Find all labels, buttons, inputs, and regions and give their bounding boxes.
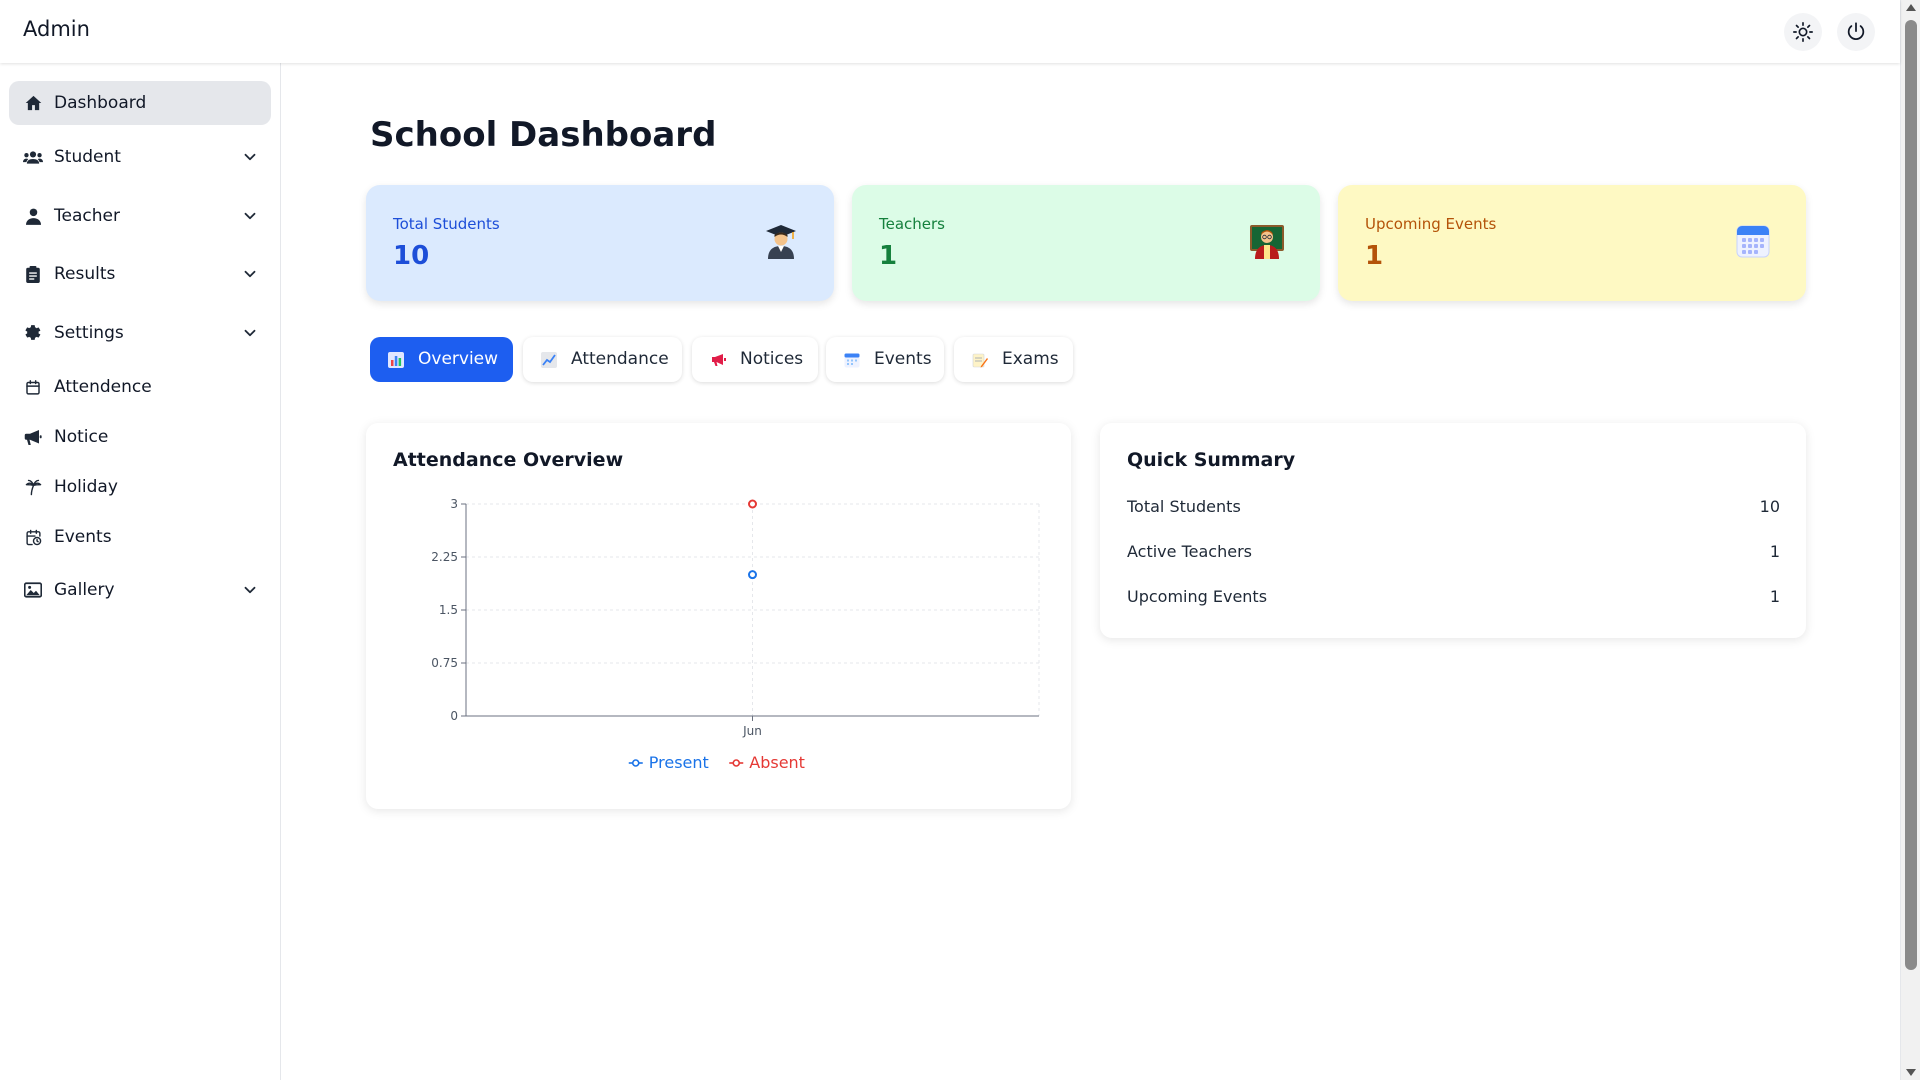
legend-marker	[732, 759, 741, 767]
y-tick-label: 0.75	[431, 656, 458, 670]
stat-card-teachers: Teachers 1	[852, 185, 1320, 301]
sidebar-item-teacher[interactable]: Teacher	[9, 194, 271, 238]
scrollbar-thumb[interactable]	[1905, 20, 1917, 970]
stat-value: 1	[879, 241, 898, 271]
megaphone-icon	[712, 354, 726, 366]
tab-label: Events	[874, 349, 932, 369]
line-chart-icon	[541, 352, 557, 368]
tab-events[interactable]: Events	[826, 337, 944, 382]
page-title: School Dashboard	[370, 115, 717, 155]
attendance-overview-card: Attendance Overview 0 0.75 1.5 2.25 3 Jun Pres…	[366, 423, 1071, 809]
chevron-down-icon	[244, 153, 256, 161]
palm-tree-icon	[23, 477, 43, 497]
summary-label: Upcoming Events	[1127, 587, 1268, 606]
tab-notices[interactable]: Notices	[692, 337, 818, 382]
y-tick-label: 0	[450, 709, 458, 723]
quick-summary-card: Quick Summary Total Students 10 Active T…	[1100, 423, 1806, 638]
sidebar-item-label: Dashboard	[54, 93, 147, 113]
sidebar-item-label: Teacher	[54, 206, 120, 226]
sidebar-item-label: Results	[54, 264, 116, 284]
image-icon	[23, 580, 43, 600]
home-icon	[23, 93, 43, 113]
brand-title: Admin	[23, 17, 90, 41]
sidebar-item-student[interactable]: Student	[9, 135, 271, 179]
tab-label: Exams	[1002, 349, 1059, 369]
attendance-chart: 0 0.75 1.5 2.25 3 Jun Present Absent	[431, 497, 1040, 772]
calendar-icon	[844, 353, 860, 368]
sidebar-item-gallery[interactable]: Gallery	[9, 568, 271, 612]
stat-value: 1	[1365, 241, 1384, 271]
legend-marker	[631, 759, 640, 767]
megaphone-icon	[23, 427, 43, 447]
sidebar-item-label: Student	[54, 147, 121, 167]
power-icon	[1847, 22, 1865, 40]
gear-icon	[23, 323, 43, 343]
sidebar-item-results[interactable]: Results	[9, 252, 271, 296]
stat-label: Upcoming Events	[1365, 215, 1497, 233]
sidebar-item-settings[interactable]: Settings	[9, 311, 271, 355]
sidebar: Dashboard Student Teacher Results Settin…	[0, 63, 281, 1080]
data-point	[748, 570, 757, 580]
tab-exams[interactable]: Exams	[954, 337, 1073, 382]
users-icon	[23, 147, 43, 167]
summary-label: Total Students	[1127, 497, 1241, 516]
clipboard-icon	[23, 264, 43, 284]
y-tick-label: 3	[450, 497, 458, 511]
chevron-down-icon	[244, 270, 256, 278]
user-icon	[23, 206, 43, 226]
tab-label: Notices	[740, 349, 804, 369]
summary-value: 1	[1769, 587, 1780, 606]
sun-icon	[1793, 22, 1813, 42]
sidebar-item-attendence[interactable]: Attendence	[9, 365, 271, 409]
tab-label: Overview	[418, 349, 499, 369]
memo-icon	[972, 353, 988, 368]
main-content: School Dashboard Total Students 10 Teach…	[282, 63, 1900, 1080]
summary-value: 1	[1769, 542, 1780, 561]
legend-label: Present	[649, 753, 709, 772]
data-point	[748, 499, 757, 509]
theme-toggle-button[interactable]	[1784, 13, 1822, 51]
sidebar-item-label: Holiday	[54, 477, 118, 497]
sidebar-item-holiday[interactable]: Holiday	[9, 465, 271, 509]
calendar-icon	[1736, 225, 1770, 258]
calendar-icon	[23, 377, 43, 397]
teacher-icon	[1250, 225, 1284, 259]
sidebar-item-dashboard[interactable]: Dashboard	[9, 81, 271, 125]
tab-label: Attendance	[571, 349, 669, 369]
scroll-down-arrow-icon[interactable]	[1906, 1069, 1916, 1076]
stat-label: Total Students	[393, 215, 500, 233]
sidebar-item-label: Events	[54, 527, 112, 547]
sidebar-item-label: Attendence	[54, 377, 152, 397]
bar-chart-icon	[388, 352, 404, 368]
sidebar-item-label: Gallery	[54, 580, 115, 600]
legend-label: Absent	[749, 753, 805, 772]
y-tick-label: 2.25	[431, 550, 458, 564]
logout-button[interactable]	[1837, 13, 1875, 51]
summary-value: 10	[1759, 497, 1780, 516]
stat-label: Teachers	[879, 215, 945, 233]
chevron-down-icon	[244, 586, 256, 594]
vertical-scrollbar[interactable]	[1900, 0, 1920, 1080]
card-title: Quick Summary	[1127, 449, 1296, 471]
top-bar: Admin	[0, 0, 1900, 63]
calendar-clock-icon	[23, 527, 43, 547]
stat-value: 10	[393, 241, 430, 271]
stat-card-total-students: Total Students 10	[366, 185, 834, 301]
scroll-up-arrow-icon[interactable]	[1906, 4, 1916, 11]
sidebar-item-label: Settings	[54, 323, 124, 343]
x-tick-label: Jun	[742, 724, 762, 738]
summary-label: Active Teachers	[1127, 542, 1252, 561]
sidebar-item-label: Notice	[54, 427, 109, 447]
chevron-down-icon	[244, 212, 256, 220]
stat-card-upcoming-events: Upcoming Events 1	[1338, 185, 1806, 301]
sidebar-item-events[interactable]: Events	[9, 515, 271, 559]
tab-overview[interactable]: Overview	[370, 337, 513, 382]
chevron-down-icon	[244, 329, 256, 337]
sidebar-item-notice[interactable]: Notice	[9, 415, 271, 459]
tab-attendance[interactable]: Attendance	[523, 337, 682, 382]
graduate-icon	[766, 225, 796, 259]
y-tick-label: 1.5	[439, 603, 458, 617]
